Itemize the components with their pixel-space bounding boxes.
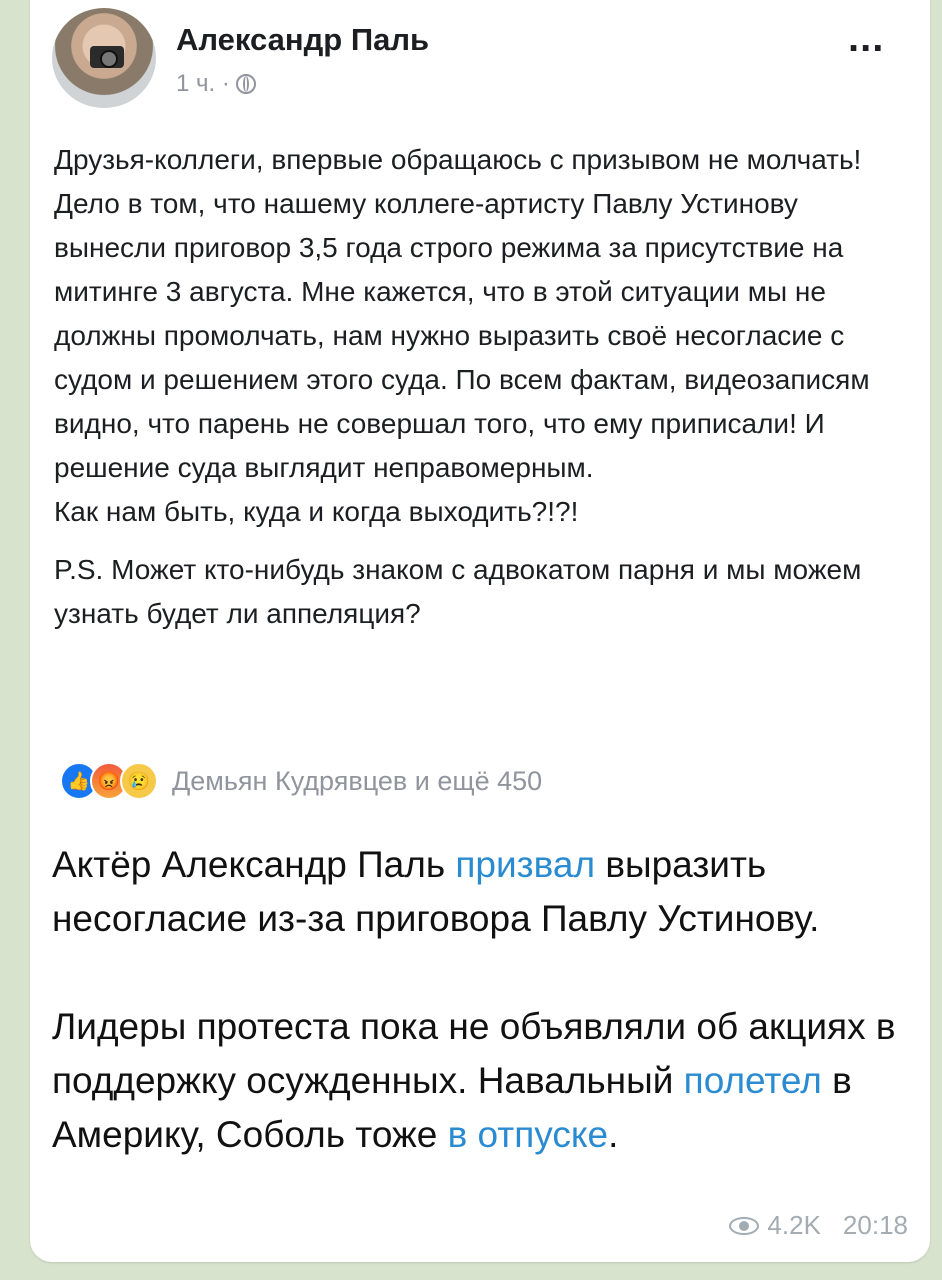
caption-text: Актёр Александр Паль [52,844,456,885]
reactions-text: Демьян Кудрявцев и ещё 450 [172,765,543,796]
post-paragraph-1: Друзья-коллеги, впервые обращаюсь с приз… [54,144,870,483]
facebook-post-screenshot[interactable]: Александр Паль 1 ч. · ... Друзья-коллеги… [30,0,930,818]
link-poletel[interactable]: полетел [684,1060,822,1101]
globe-icon [235,74,256,94]
sad-icon: 😢 [120,762,158,800]
avatar [52,8,156,108]
view-count: 4.2K [767,1210,821,1240]
post-author: Александр Паль [176,22,430,57]
post-paragraph-2: Как нам быть, куда и когда выходить?!?! [54,496,579,527]
post-body: Друзья-коллеги, впервые обращаюсь с приз… [54,138,904,636]
message-footer: 4.2K 20:18 [729,1210,908,1241]
post-meta: 1 ч. · [176,70,256,98]
post-paragraph-ps: P.S. Может кто-нибудь знаком с адвокатом… [54,554,862,629]
camera-lens [100,50,118,68]
post-time: 1 ч. · [176,70,230,97]
more-options-button: ... [848,16,885,60]
caption-text: . [608,1114,619,1155]
eye-icon [729,1216,760,1235]
message-time: 20:18 [842,1210,908,1240]
link-v-otpuske[interactable]: в отпуске [448,1114,608,1155]
reactions-row: 👍 😡 😢 Демьян Кудрявцев и ещё 450 [60,762,542,800]
link-prizval[interactable]: призвал [455,844,595,885]
message-caption: Актёр Александр Паль призвал выразить не… [52,838,912,1162]
caption-paragraph-2: Лидеры протеста пока не объявляли об акц… [52,1000,912,1162]
caption-paragraph-1: Актёр Александр Паль призвал выразить не… [52,838,912,946]
